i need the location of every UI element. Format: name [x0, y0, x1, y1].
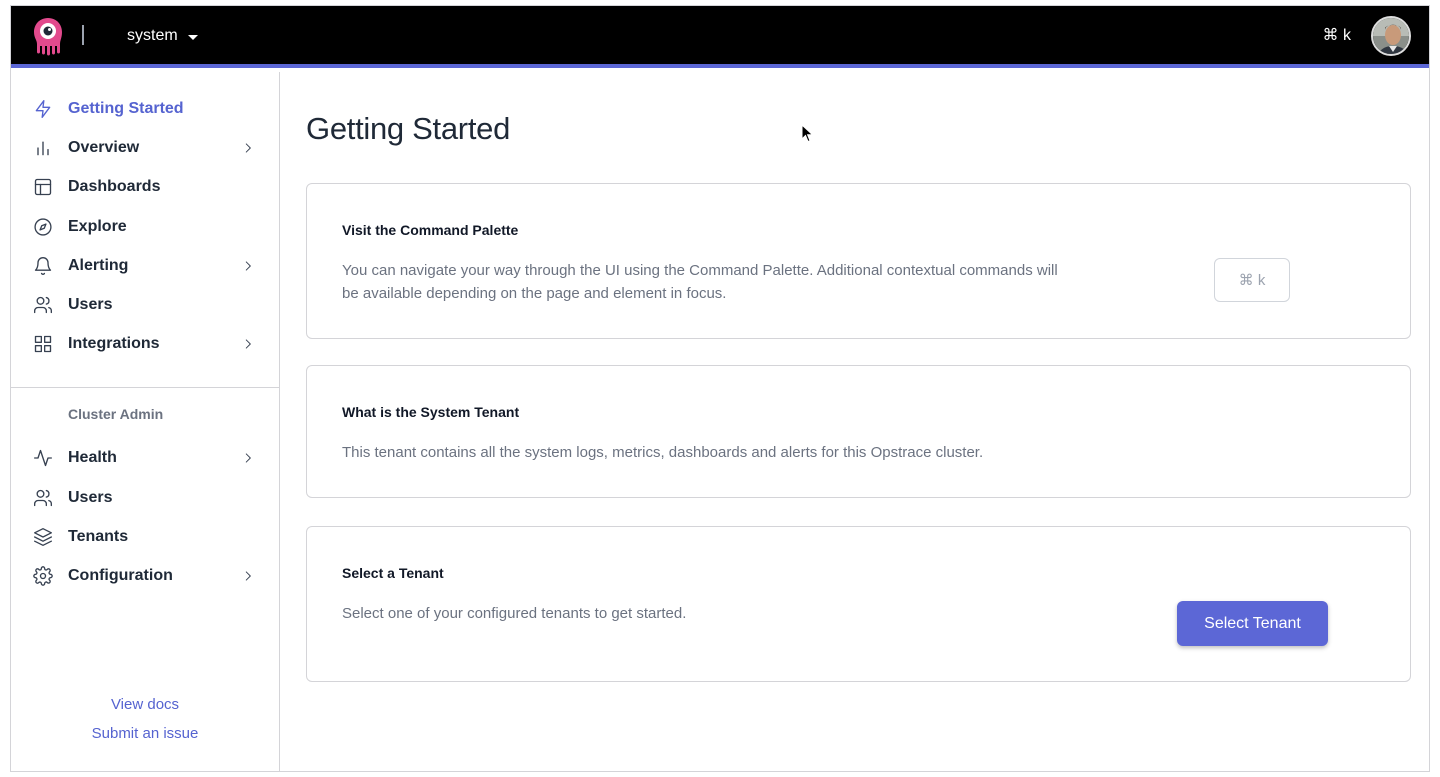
- card-title: What is the System Tenant: [342, 404, 520, 420]
- card-body: This tenant contains all the system logs…: [342, 444, 984, 461]
- sidebar-item-tenants[interactable]: Tenants: [33, 523, 258, 551]
- sidebar-item-label: Health: [68, 449, 117, 466]
- topbar-divider: [82, 25, 84, 45]
- sidebar-item-health[interactable]: Health: [33, 444, 258, 472]
- caret-down-icon: [187, 34, 198, 40]
- sidebar-item-label: Overview: [68, 139, 140, 156]
- avatar[interactable]: [1371, 16, 1411, 56]
- mouse-cursor-icon: [801, 124, 814, 143]
- opstrace-logo-icon[interactable]: [31, 16, 65, 56]
- sidebar: Getting Started Overview Dashboards Expl…: [11, 72, 280, 771]
- sidebar-divider: [11, 387, 279, 388]
- sidebar-item-label: Users: [68, 489, 113, 506]
- chevron-right-icon: [238, 334, 258, 354]
- sidebar-item-integrations[interactable]: Integrations: [33, 330, 258, 358]
- card-body: Select one of your configured tenants to…: [342, 605, 687, 622]
- select-tenant-card: Select a Tenant Select one of your confi…: [306, 526, 1411, 682]
- tenant-label: system: [127, 27, 178, 44]
- chevron-right-icon: [238, 256, 258, 276]
- select-tenant-button[interactable]: Select Tenant: [1177, 601, 1328, 646]
- chevron-right-icon: [238, 566, 258, 586]
- sidebar-item-label: Explore: [68, 218, 127, 235]
- command-palette-button[interactable]: ⌘ k: [1214, 258, 1290, 302]
- sidebar-item-users[interactable]: Users: [33, 291, 258, 319]
- users-icon: [33, 488, 53, 508]
- chevron-right-icon: [238, 448, 258, 468]
- card-body: You can navigate your way through the UI…: [342, 259, 1142, 305]
- layers-icon: [33, 527, 53, 547]
- system-tenant-card: What is the System Tenant This tenant co…: [306, 365, 1411, 498]
- grid-icon: [33, 334, 53, 354]
- view-docs-link[interactable]: View docs: [11, 696, 279, 713]
- card-title: Select a Tenant: [342, 565, 444, 581]
- sidebar-item-overview[interactable]: Overview: [33, 134, 258, 162]
- sidebar-item-label: Integrations: [68, 335, 160, 352]
- sidebar-item-explore[interactable]: Explore: [33, 213, 258, 241]
- sidebar-item-label: Alerting: [68, 257, 129, 274]
- sidebar-item-label: Getting Started: [68, 100, 184, 117]
- compass-icon: [33, 217, 53, 237]
- tenant-switcher[interactable]: system: [127, 25, 198, 47]
- users-icon: [33, 295, 53, 315]
- bell-icon: [33, 256, 53, 276]
- card-title: Visit the Command Palette: [342, 222, 519, 238]
- sidebar-item-label: Dashboards: [68, 178, 161, 195]
- app-window: system ⌘ k Getting Started Overview Dash…: [10, 5, 1430, 772]
- sidebar-item-admin-users[interactable]: Users: [33, 484, 258, 512]
- sidebar-item-getting-started[interactable]: Getting Started: [33, 95, 258, 123]
- bar-chart-icon: [33, 138, 53, 158]
- sidebar-item-label: Users: [68, 296, 113, 313]
- page-title: Getting Started: [306, 111, 511, 146]
- gear-icon: [33, 566, 53, 586]
- command-palette-shortcut[interactable]: ⌘ k: [1323, 25, 1351, 45]
- cluster-admin-heading: Cluster Admin: [68, 406, 164, 422]
- top-bar: system ⌘ k: [11, 6, 1429, 68]
- card-body-line: You can navigate your way through the UI…: [342, 262, 1058, 279]
- sidebar-item-configuration[interactable]: Configuration: [33, 562, 258, 590]
- submit-issue-link[interactable]: Submit an issue: [11, 725, 279, 742]
- chevron-right-icon: [238, 138, 258, 158]
- lightning-icon: [33, 99, 53, 119]
- sidebar-item-label: Tenants: [68, 528, 129, 545]
- activity-icon: [33, 448, 53, 468]
- sidebar-item-alerting[interactable]: Alerting: [33, 252, 258, 280]
- layout-icon: [33, 177, 53, 197]
- card-body-line: be available depending on the page and e…: [342, 285, 727, 302]
- command-palette-card: Visit the Command Palette You can naviga…: [306, 183, 1411, 339]
- sidebar-item-label: Configuration: [68, 567, 173, 584]
- sidebar-item-dashboards[interactable]: Dashboards: [33, 173, 258, 201]
